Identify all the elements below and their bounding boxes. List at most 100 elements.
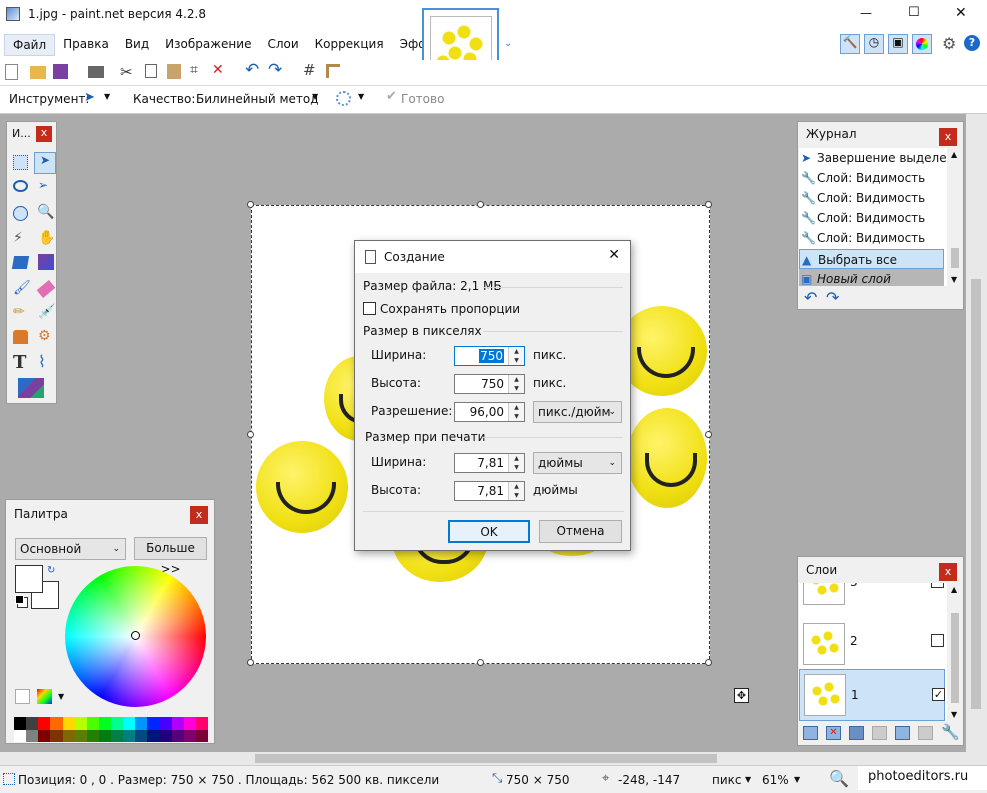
add-layer-icon[interactable] — [803, 726, 818, 740]
selection-handle[interactable] — [477, 201, 484, 208]
palette-swatch[interactable] — [50, 717, 63, 730]
layer-row[interactable]: 2 — [799, 619, 945, 669]
eraser-tool-icon[interactable] — [36, 280, 56, 298]
text-tool-icon[interactable]: T — [13, 352, 26, 373]
layer-visibility-checkbox[interactable]: ✓ — [932, 688, 945, 701]
palette-swatch[interactable] — [147, 717, 160, 730]
units-dropdown-icon[interactable]: ▼ — [745, 775, 751, 784]
help-icon[interactable]: ? — [964, 35, 980, 51]
palette-swatch[interactable] — [14, 717, 27, 730]
palette-swatch[interactable] — [111, 717, 124, 730]
menu-edit[interactable]: Правка — [55, 34, 117, 56]
reset-colors-icon[interactable] — [15, 595, 24, 604]
history-item-selected[interactable]: ▲ Выбрать все — [799, 249, 944, 269]
duplicate-layer-icon[interactable] — [849, 726, 864, 740]
palette-swatch[interactable] — [86, 717, 99, 730]
quality-select[interactable]: Билинейный метод — [196, 92, 319, 106]
move-layer-up-icon[interactable] — [895, 726, 910, 740]
open-file-icon[interactable] — [30, 66, 46, 79]
vertical-scrollbar[interactable] — [966, 114, 987, 765]
delete-layer-icon[interactable]: ✕ — [826, 726, 841, 740]
tabs-dropdown-icon[interactable]: ⌄ — [504, 38, 512, 49]
quality-dropdown-icon[interactable]: ▼ — [312, 92, 318, 101]
menu-layers[interactable]: Слои — [259, 34, 306, 56]
palette-swatch[interactable] — [111, 729, 124, 742]
gradient-tool-icon[interactable] — [38, 254, 54, 270]
tool-dropdown-icon[interactable]: ▼ — [104, 92, 110, 101]
palette-swatch[interactable] — [86, 729, 99, 742]
palette-swatch[interactable] — [98, 717, 111, 730]
minimize-button[interactable]: — — [860, 6, 872, 20]
rectangle-select-tool-icon[interactable] — [13, 155, 28, 170]
history-window-toggle-icon[interactable]: ◷ — [864, 34, 884, 54]
history-item[interactable]: 🔧 Слой: Видимость — [799, 228, 944, 248]
history-item[interactable]: 🔧 Слой: Видимость — [799, 188, 944, 208]
layer-row-selected[interactable]: 1 ✓ — [799, 669, 945, 721]
palette-swatch[interactable] — [159, 729, 172, 742]
save-file-icon[interactable] — [53, 64, 68, 79]
palette-swatch[interactable] — [159, 717, 172, 730]
height-spinner[interactable]: ▲ ▼ — [508, 375, 524, 393]
redo-icon[interactable]: ↷ — [268, 60, 282, 80]
palette-swatch[interactable] — [62, 717, 75, 730]
history-panel-close-button[interactable]: x — [939, 128, 957, 146]
cancel-button[interactable]: Отмена — [539, 520, 622, 543]
history-item[interactable]: 🔧 Слой: Видимость — [799, 208, 944, 228]
menu-image[interactable]: Изображение — [157, 34, 259, 56]
palette-swatch[interactable] — [74, 729, 87, 742]
palette-panel-close-button[interactable]: x — [190, 506, 208, 524]
palette-mode-select[interactable]: Основной ⌄ — [15, 538, 126, 560]
palette-swatch[interactable] — [14, 729, 27, 742]
recolor-tool-icon[interactable]: ⚙ — [38, 328, 51, 344]
palette-swatch[interactable] — [183, 729, 196, 742]
resolution-input[interactable]: 96,00 ▲ ▼ — [454, 402, 525, 422]
print-icon[interactable] — [88, 66, 104, 78]
palette-swatch[interactable] — [26, 717, 39, 730]
keep-ratio-label[interactable]: Сохранять пропорции — [380, 302, 520, 316]
color-wheel-cursor[interactable] — [131, 631, 140, 640]
print-width-spinner[interactable]: ▲ ▼ — [508, 454, 524, 472]
print-height-input[interactable]: 7,81 ▲ ▼ — [454, 481, 525, 501]
palette-swatch[interactable] — [183, 717, 196, 730]
settings-gear-icon[interactable]: ⚙ — [942, 34, 956, 53]
palette-swatch[interactable] — [123, 729, 136, 742]
menu-file[interactable]: Файл — [4, 34, 56, 56]
resolution-unit-select[interactable]: пикс./дюйм ⌄ — [533, 401, 622, 423]
primary-color-swatch[interactable] — [15, 565, 43, 593]
done-button[interactable]: Готово — [401, 92, 444, 106]
history-scrollbar[interactable]: ▲ ▼ — [948, 148, 962, 286]
selection-mode-dropdown-icon[interactable]: ▼ — [358, 92, 364, 101]
palette-swatch[interactable] — [135, 729, 148, 742]
crop-to-selection-icon[interactable]: ⌗ — [190, 62, 198, 78]
print-width-input[interactable]: 7,81 ▲ ▼ — [454, 453, 525, 473]
colors-window-toggle-icon[interactable] — [912, 34, 932, 54]
menu-adjustments[interactable]: Коррекция — [307, 34, 392, 56]
layer-row[interactable]: 3 — [799, 583, 945, 609]
layer-visibility-checkbox[interactable] — [931, 634, 944, 647]
tools-panel-close-button[interactable]: x — [36, 126, 52, 142]
close-window-button[interactable]: ✕ — [955, 5, 967, 21]
color-picker-tool-icon[interactable]: 💉 — [38, 304, 55, 320]
history-item[interactable]: ➤Завершение выделения — [799, 148, 947, 168]
ruler-icon[interactable] — [326, 64, 340, 78]
new-file-icon[interactable] — [5, 64, 18, 80]
palette-swatch[interactable] — [50, 729, 63, 742]
paint-bucket-tool-icon[interactable] — [11, 256, 30, 269]
ellipse-select-tool-icon[interactable] — [13, 206, 28, 221]
palette-swatch[interactable] — [171, 717, 184, 730]
color-wheel[interactable] — [65, 566, 206, 707]
deselect-icon[interactable]: ✕ — [212, 62, 224, 78]
move-handle-icon[interactable]: ✥ — [734, 688, 749, 703]
height-input[interactable]: 750 ▲ ▼ — [454, 374, 525, 394]
selection-handle[interactable] — [705, 431, 712, 438]
ok-button[interactable]: OK — [448, 520, 530, 543]
palette-swatch[interactable] — [135, 717, 148, 730]
palette-menu-dropdown-icon[interactable]: ▼ — [58, 692, 64, 701]
zoom-tool-icon[interactable]: 🔍 — [37, 204, 54, 220]
width-input[interactable]: 750 ▲ ▼ — [454, 346, 525, 366]
palette-swatch[interactable] — [62, 729, 75, 742]
palette-swatch[interactable] — [195, 729, 208, 742]
selection-handle[interactable] — [705, 659, 712, 666]
copy-icon[interactable] — [145, 64, 157, 78]
zoom-out-icon[interactable]: 🔍 — [829, 769, 849, 788]
